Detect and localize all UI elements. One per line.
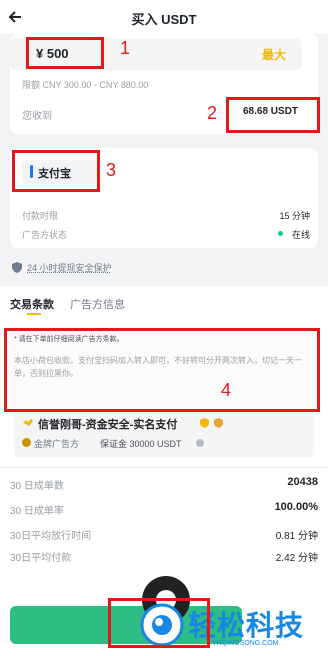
gold-badge-icon [22,438,31,447]
stat-value: 0.81 分钟 [275,531,318,542]
annotation-box-1 [26,37,104,69]
page-title: 买入 USDT [131,12,197,27]
stat-value: 100.00% [274,501,318,513]
annotation-number-4: 4 [221,380,232,400]
ad-status-label: 广告方状态 [22,230,68,240]
stat-value: 2.42 分钟 [275,553,318,564]
receive-label: 您收到 [22,111,52,122]
online-status-dot [278,231,283,236]
max-button[interactable]: 最大 [262,46,286,63]
payment-time-value: 15 分钟 [279,211,310,221]
stat-label: 30日平均放行时间 [10,531,92,542]
protection-link[interactable]: 24 小时提现安全保护 [27,261,112,274]
tab-terms[interactable]: 交易条款 [10,296,54,312]
limit-text: 限额 CNY 300.00 - CNY 880.00 [22,80,149,90]
deposit-text: 保证金 30000 USDT [100,439,182,449]
gold-advertiser-label: 金牌广告方 [34,439,80,449]
annotation-box-3 [12,150,100,192]
tab-advertiser-info[interactable]: 广告方信息 [70,296,125,312]
annotation-number-3: 3 [106,160,117,180]
stat-label: 30 日成单率 [10,506,64,517]
active-tab-indicator [27,313,41,315]
shield-icon [12,262,22,273]
payment-time-label: 付款时限 [22,211,59,221]
annotation-box-2 [226,97,320,133]
merchant-thumb-icon [23,419,33,426]
watermark-subtext: YNQINGSONG.COM [212,640,279,647]
ad-status-value: 在线 [291,230,310,240]
stat-label: 30 日成单数 [10,481,64,492]
annotation-number-1: 1 [120,38,131,58]
annotation-number-2: 2 [207,103,218,123]
annotation-box-5 [108,598,210,648]
merchant-name: 信誉刚哥-资金安全-实名支付 [38,419,178,431]
annotation-box-4 [4,328,320,412]
divider [0,467,328,468]
verified-shield-icon [200,418,209,428]
info-icon[interactable] [196,439,204,447]
stat-value: 20438 [287,476,318,488]
deposit-shield-icon [214,418,223,428]
stat-label: 30日平均付款 [10,553,72,564]
